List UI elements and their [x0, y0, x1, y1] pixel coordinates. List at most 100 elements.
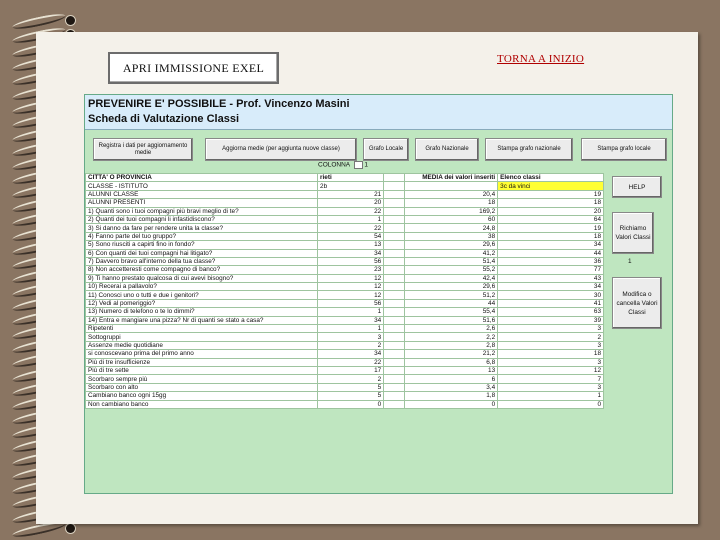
registra-dati-button[interactable]: Registra i dati per aggiornamento medie — [93, 138, 193, 161]
row-elenco-cell: 34 — [497, 282, 604, 292]
row-value-cell[interactable]: 1 — [317, 307, 385, 317]
row-value-cell[interactable]: 12 — [317, 290, 385, 300]
row-elenco-cell: 19 — [497, 223, 604, 233]
row-value-cell[interactable]: 54 — [317, 231, 385, 242]
row-value-cell[interactable]: 22 — [317, 357, 385, 368]
row-elenco-cell: 41 — [497, 298, 604, 309]
row-media-cell: 13 — [403, 365, 499, 376]
table-row: 9) Ti hanno prestato qualcosa di cui ave… — [84, 273, 604, 284]
row-value-cell[interactable]: 5 — [317, 382, 385, 393]
row-elenco-cell: 19 — [497, 189, 604, 200]
row-media-cell: 60 — [403, 214, 499, 225]
row-media-cell: 42,4 — [403, 273, 499, 284]
row-value-cell[interactable]: 0 — [317, 399, 385, 409]
apri-immissione-exel-button[interactable]: APRI IMMISSIONE EXEL — [108, 52, 279, 84]
row-media-cell: 29,6 — [403, 240, 499, 250]
table-header-row: CITTA' O PROVINCIA rieti MEDIA dei valor… — [84, 172, 604, 183]
row-label: 9) Ti hanno prestato qualcosa di cui ave… — [84, 273, 319, 284]
table-row: 3) Si danno da fare per rendere unita la… — [84, 223, 604, 233]
table-row: 5) Sono riusciti a capirti fino in fondo… — [84, 240, 604, 250]
row-media-cell: 20,4 — [403, 189, 499, 200]
row-label: 10) Recerai a pallavolo? — [84, 282, 319, 292]
grafo-nazionale-button[interactable]: Grafo Nazionale — [415, 138, 479, 161]
dropdown-icon[interactable] — [353, 161, 363, 169]
row-media-cell: 51,4 — [403, 256, 499, 267]
row-media-cell: 6,8 — [403, 357, 499, 368]
spacer-cell — [383, 290, 405, 300]
torna-a-inizio-link[interactable]: TORNA A INIZIO — [497, 53, 584, 65]
sheet-header: PREVENIRE E' POSSIBILE - Prof. Vincenzo … — [85, 95, 672, 130]
row-value-cell[interactable]: 56 — [317, 298, 385, 309]
row-value-cell[interactable]: 22 — [317, 223, 385, 233]
spacer-cell — [383, 374, 405, 384]
row-elenco-cell: 43 — [497, 273, 604, 284]
spacer-cell — [383, 273, 405, 284]
grafo-locale-button[interactable]: Grafo Locale — [363, 138, 409, 161]
row-elenco-cell: 44 — [497, 248, 604, 258]
row-value-cell[interactable]: 3 — [317, 332, 385, 342]
row-media-cell: 29,6 — [403, 282, 499, 292]
row-label: 14) Entra e mangiare una pizza? Nr di qu… — [84, 315, 319, 326]
row-elenco-cell: 18 — [497, 349, 604, 359]
data-table: CITTA' O PROVINCIA rieti MEDIA dei valor… — [84, 172, 604, 409]
spacer-cell — [383, 365, 405, 376]
row-elenco-cell: 20 — [497, 206, 604, 216]
table-row: 1) Quanti sono i tuoi compagni più bravi… — [84, 206, 604, 216]
row-value-cell[interactable]: 2b — [317, 181, 385, 191]
row-value-cell[interactable]: 12 — [317, 273, 385, 284]
row-value-cell[interactable]: 34 — [317, 248, 385, 258]
table-row: 13) Numero di telefono o te lo dimmi? 1 55… — [84, 307, 604, 317]
row-value-cell[interactable]: 2 — [317, 340, 385, 351]
help-button[interactable]: HELP — [612, 176, 662, 198]
row-value-cell[interactable]: 13 — [317, 240, 385, 250]
column-label: COLONNA — [318, 161, 350, 169]
stampa-grafo-nazionale-button[interactable]: Stampa grafo nazionale — [485, 138, 573, 161]
row-elenco-cell: 18 — [497, 231, 604, 242]
row-label: CLASSE - ISTITUTO — [84, 181, 319, 191]
row-value-cell[interactable]: 34 — [317, 315, 385, 326]
table-row: 14) Entra e mangiare una pizza? Nr di qu… — [84, 315, 604, 326]
table-row: Più di tre insufficienze 22 6,8 3 — [84, 357, 604, 368]
row-elenco-cell: 63 — [497, 307, 604, 317]
row-label: 12) Vedi al pomeriggio? — [84, 298, 319, 309]
row-label: 7) Davvero bravo all'interno della tua c… — [84, 256, 319, 267]
row-value-cell[interactable]: 23 — [317, 265, 385, 275]
row-label: Scorbaro con alto — [84, 382, 319, 393]
table-row: 8) Non accetteresti come compagno di ban… — [84, 265, 604, 275]
row-value-cell[interactable]: 20 — [317, 198, 385, 208]
spacer-cell — [383, 231, 405, 242]
row-media-cell: 2,8 — [403, 340, 499, 351]
row-value-cell[interactable]: 1 — [317, 324, 385, 334]
stampa-grafo-locale-button[interactable]: Stampa grafo locale — [581, 138, 667, 161]
row-label: 1) Quanti sono i tuoi compagni più bravi… — [84, 206, 319, 216]
row-value-cell[interactable]: 56 — [317, 256, 385, 267]
header-city-value[interactable]: rieti — [317, 172, 385, 183]
row-value-cell[interactable]: 2 — [317, 374, 385, 384]
row-label: ALUNNI PRESENTI — [84, 198, 319, 208]
row-media-cell: 6 — [403, 374, 499, 384]
column-selector[interactable]: COLONNA 1 — [318, 161, 368, 169]
row-value-cell[interactable]: 17 — [317, 365, 385, 376]
row-value-cell[interactable]: 22 — [317, 206, 385, 216]
aggiorna-medie-button[interactable]: Aggiorna medie (per aggiunta nuove class… — [205, 138, 357, 161]
row-value-cell[interactable]: 1 — [317, 214, 385, 225]
row-value-cell[interactable]: 5 — [317, 391, 385, 401]
spacer-cell — [383, 206, 405, 216]
table-row: 11) Conosci uno o tutti e due i genitori… — [84, 290, 604, 300]
row-media-cell: 41,2 — [403, 248, 499, 258]
spacer-cell — [383, 324, 405, 334]
row-media-cell: 0 — [403, 399, 499, 409]
row-value-cell[interactable]: 12 — [317, 282, 385, 292]
row-elenco-cell: 2 — [497, 332, 604, 342]
row-value-cell[interactable]: 21 — [317, 189, 385, 200]
richiamo-valori-button[interactable]: Richiamo Valori Classi — [612, 212, 654, 254]
ring-hole — [66, 523, 75, 533]
row-media-cell: 21,2 — [403, 349, 499, 359]
row-value-cell[interactable]: 34 — [317, 349, 385, 359]
row-label: 8) Non accetteresti come compagno di ban… — [84, 265, 319, 275]
spacer-cell — [383, 240, 405, 250]
row-label: Ripetenti — [84, 324, 319, 334]
table-row: Sottogruppi 3 2,2 2 — [84, 332, 604, 342]
row-elenco-cell: 7 — [497, 374, 604, 384]
modifica-valori-button[interactable]: Modifica o cancella Valori Classi — [612, 277, 662, 329]
